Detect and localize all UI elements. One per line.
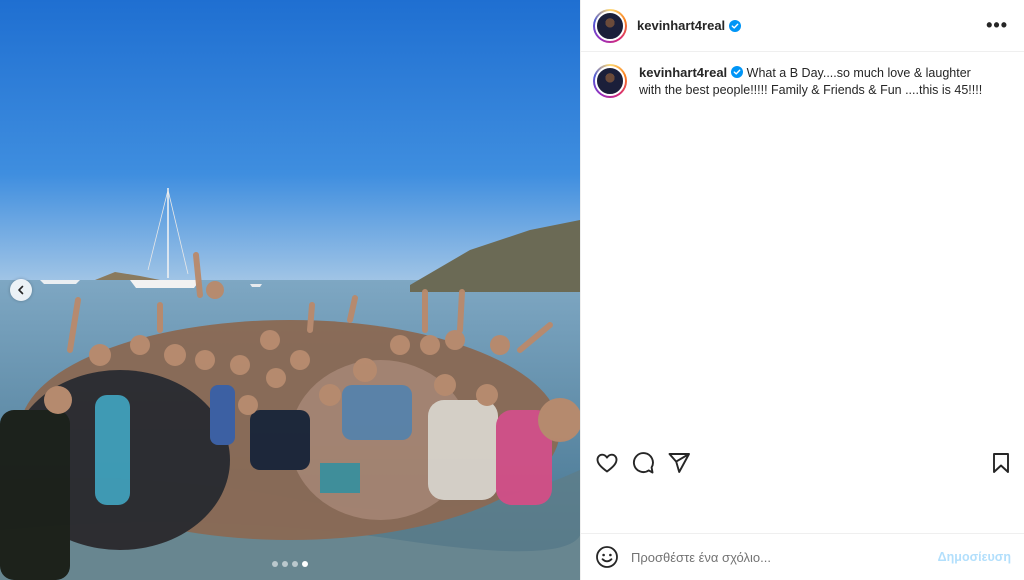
carousel-dot <box>292 561 298 567</box>
caption-text: kevinhart4real What a B Day....so much l… <box>639 64 989 99</box>
post-media[interactable] <box>0 0 580 580</box>
carousel-dot-active <box>302 561 308 567</box>
caption-username-link[interactable]: kevinhart4real <box>639 65 727 80</box>
share-icon[interactable] <box>667 451 691 475</box>
username-link[interactable]: kevinhart4real <box>637 18 725 33</box>
avatar[interactable] <box>593 8 627 43</box>
comment-input[interactable] <box>631 549 931 565</box>
verified-badge-icon <box>729 19 742 32</box>
avatar[interactable] <box>593 64 627 98</box>
heart-icon[interactable] <box>595 451 619 475</box>
beach-party-photo <box>0 0 580 580</box>
comment-bar: Δημοσίευση <box>581 533 1024 580</box>
post-dialog: kevinhart4real ••• kevinhart4real What a… <box>0 0 1024 580</box>
post-side-panel: kevinhart4real ••• kevinhart4real What a… <box>580 0 1024 580</box>
verified-badge-icon <box>731 66 744 78</box>
carousel-dot <box>272 561 278 567</box>
post-header: kevinhart4real ••• <box>581 0 1024 52</box>
chevron-left-icon <box>18 285 24 295</box>
action-bar <box>581 450 1024 476</box>
caption: kevinhart4real What a B Day....so much l… <box>581 52 1024 99</box>
carousel-prev-button[interactable] <box>10 279 32 301</box>
carousel-indicator <box>272 561 308 567</box>
post-comment-button[interactable]: Δημοσίευση <box>938 550 1011 564</box>
bookmark-icon[interactable] <box>989 451 1013 475</box>
comment-icon[interactable] <box>631 451 655 475</box>
more-horizontal-icon[interactable]: ••• <box>986 15 1008 36</box>
carousel-dot <box>282 561 288 567</box>
emoji-icon[interactable] <box>595 545 619 569</box>
